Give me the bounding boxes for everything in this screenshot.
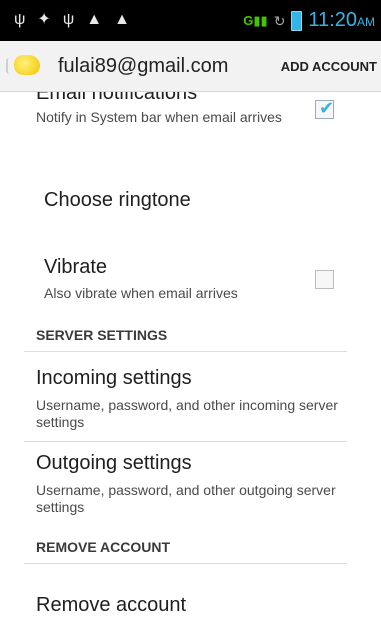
settings-list: Email notifications Notify in System bar… — [0, 92, 381, 630]
status-right: G▮▮ ↻ 11:20AM — [243, 8, 375, 34]
email-notifications-checkbox[interactable]: ✔ — [315, 98, 335, 119]
remove-account-item[interactable]: Remove account — [0, 580, 381, 630]
vibrate-checkbox[interactable] — [315, 270, 334, 289]
add-account-button[interactable]: ADD ACCOUNT — [281, 59, 377, 74]
battery-icon — [291, 11, 303, 31]
incoming-settings-item[interactable]: Incoming settings Username, password, an… — [0, 360, 381, 440]
clock: 11:20AM — [308, 9, 375, 31]
android-icon: ✦ — [37, 11, 51, 28]
account-email[interactable]: fulai89@gmail.com — [58, 55, 228, 78]
section-divider — [24, 351, 347, 352]
sync-icon: ↻ — [273, 13, 286, 29]
remove-account-title: Remove account — [36, 594, 187, 616]
usb-icon: ψ — [14, 11, 26, 28]
outgoing-settings-summary: Username, password, and other outgoing s… — [36, 482, 336, 515]
usb-icon: ψ — [62, 11, 75, 28]
signal-icon: G▮▮ — [243, 13, 268, 28]
remove-account-header: REMOVE ACCOUNT — [36, 539, 171, 555]
incoming-settings-title: Incoming settings — [36, 367, 192, 389]
warning-icon: ▲ — [86, 11, 103, 28]
account-avatar-icon[interactable] — [14, 55, 40, 75]
status-bar: ψ ✦ ψ ▲ ▲ G▮▮ ↻ 11:20AM — [0, 0, 381, 41]
vibrate-title: Vibrate — [44, 256, 108, 278]
section-divider — [24, 563, 347, 564]
incoming-settings-summary: Username, password, and other incoming s… — [36, 397, 338, 430]
choose-ringtone-title: Choose ringtone — [44, 189, 191, 211]
email-notifications-title: Email notifications — [36, 92, 198, 104]
item-divider — [24, 441, 347, 442]
choose-ringtone-item[interactable]: Choose ringtone — [0, 174, 381, 224]
checkmark-icon: ✔ — [319, 98, 335, 118]
email-notifications-summary: Notify in System bar when email arrives — [36, 109, 282, 125]
vibrate-summary: Also vibrate when email arrives — [44, 285, 238, 301]
vibrate-item[interactable]: Vibrate Also vibrate when email arrives — [0, 250, 381, 310]
action-bar: fulai89@gmail.com ADD ACCOUNT — [0, 41, 381, 92]
back-indicator[interactable] — [6, 58, 12, 74]
warning-icon: ▲ — [114, 11, 130, 28]
server-settings-header: SERVER SETTINGS — [36, 327, 168, 343]
outgoing-settings-title: Outgoing settings — [36, 452, 192, 474]
notification-icons: ψ ✦ ψ ▲ ▲ — [14, 9, 130, 31]
outgoing-settings-item[interactable]: Outgoing settings Username, password, an… — [0, 444, 381, 524]
email-notifications-item[interactable]: Email notifications Notify in System bar… — [0, 92, 381, 152]
